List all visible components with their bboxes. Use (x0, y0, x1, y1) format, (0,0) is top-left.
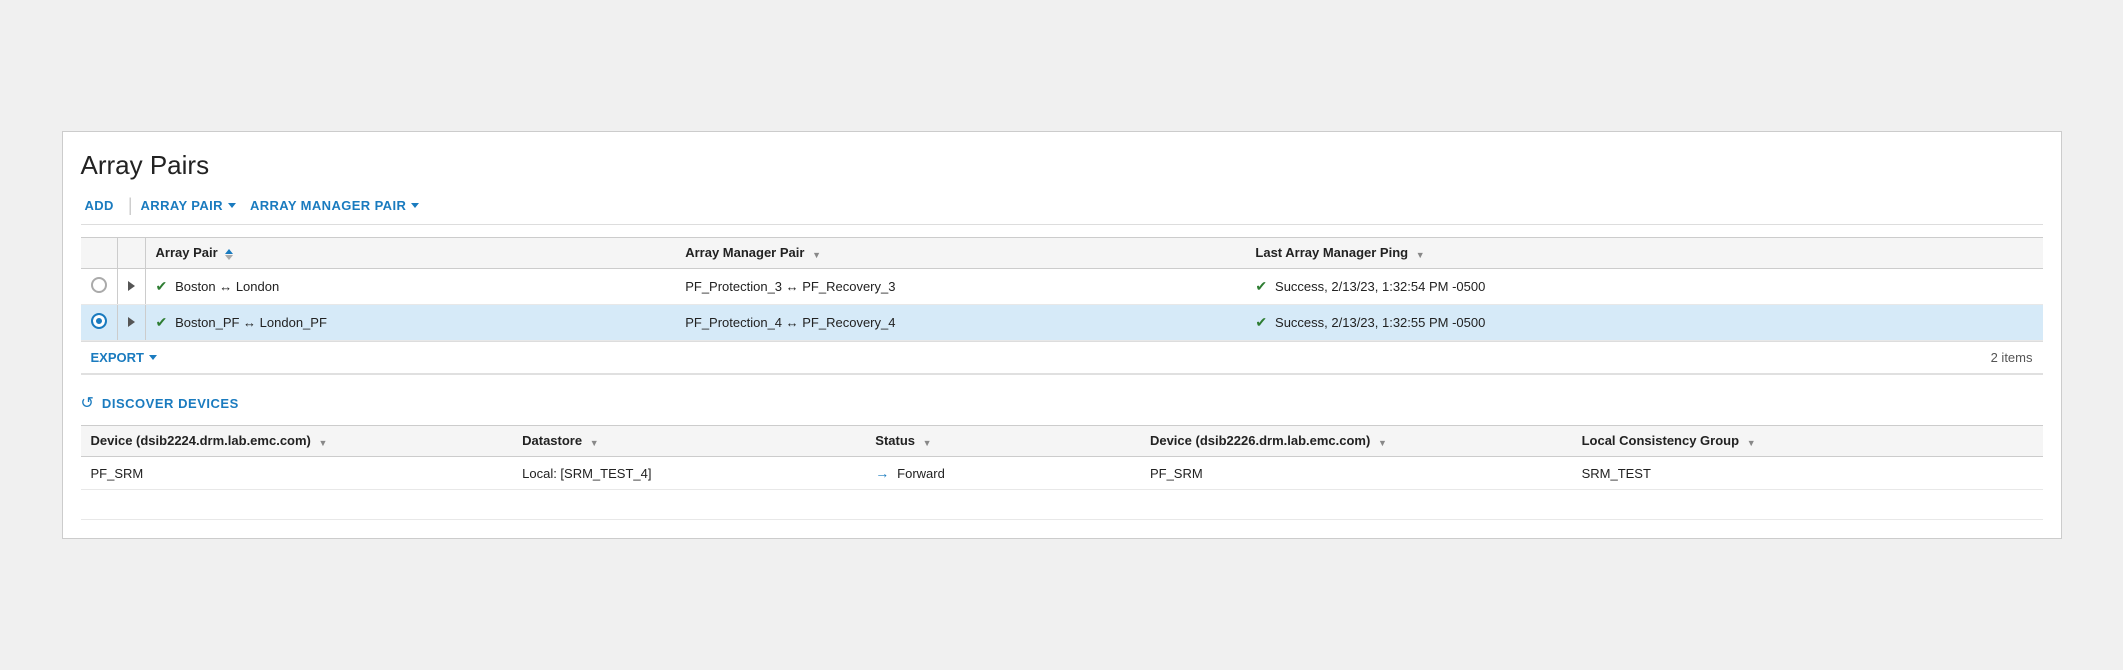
last-ping-filter-icon[interactable] (1416, 246, 1425, 261)
radio-button[interactable] (91, 277, 107, 293)
export-button[interactable]: EXPORT (91, 350, 157, 365)
array-pair-sort-icon[interactable] (225, 249, 233, 260)
th-datastore: Datastore (512, 426, 865, 457)
table-row: PF_SRMLocal: [SRM_TEST_4]→ ForwardPF_SRM… (81, 457, 2043, 490)
check-icon: ✔ (1255, 278, 1271, 294)
table-row[interactable]: ✔ Boston_PF ↔ London_PFPF_Protection_4 ↔… (81, 305, 2043, 341)
expand-cell (117, 269, 145, 305)
expand-arrow-icon[interactable] (128, 317, 135, 327)
devices-header-row: Device (dsib2224.drm.lab.emc.com) Datast… (81, 426, 2043, 457)
device1-filter-icon[interactable] (319, 434, 328, 449)
th-array-manager-pair: Array Manager Pair (675, 237, 1245, 268)
th-status: Status (865, 426, 1140, 457)
export-bar: EXPORT 2 items (81, 341, 2043, 375)
lcg-cell: SRM_TEST (1572, 457, 2043, 490)
datastore-filter-icon[interactable] (590, 434, 599, 449)
th-array-pair: Array Pair (145, 237, 675, 268)
array-manager-pair-filter-icon[interactable] (812, 246, 821, 261)
last-ping-cell: ✔ Success, 2/13/23, 1:32:55 PM -0500 (1245, 305, 2042, 341)
datastore-cell: Local: [SRM_TEST_4] (512, 457, 865, 490)
th-radio (81, 237, 118, 268)
forward-arrow-icon: → (875, 465, 893, 481)
last-ping-cell: ✔ Success, 2/13/23, 1:32:54 PM -0500 (1245, 269, 2042, 305)
array-manager-pair-button[interactable]: ARRAY MANAGER PAIR (246, 198, 429, 213)
toolbar-divider-1: | (128, 195, 133, 216)
array-manager-pair-cell: PF_Protection_4 ↔ PF_Recovery_4 (675, 305, 1245, 341)
devices-table: Device (dsib2224.drm.lab.emc.com) Datast… (81, 425, 2043, 520)
expand-arrow-icon[interactable] (128, 281, 135, 291)
array-pair-cell: ✔ Boston_PF ↔ London_PF (145, 305, 675, 341)
add-button[interactable]: ADD (81, 198, 124, 213)
status-cell: → Forward (865, 457, 1140, 490)
status-filter-icon[interactable] (923, 434, 932, 449)
items-count: 2 items (1991, 350, 2033, 365)
array-pair-chevron-icon (228, 203, 236, 208)
array-pairs-table: Array Pair Array Manager Pair Last Array… (81, 237, 2043, 341)
empty-row (81, 490, 2043, 520)
th-lcg: Local Consistency Group (1572, 426, 2043, 457)
radio-button[interactable] (91, 313, 107, 329)
page-title: Array Pairs (81, 150, 2043, 181)
lcg-filter-icon[interactable] (1747, 434, 1756, 449)
th-device1: Device (dsib2224.drm.lab.emc.com) (81, 426, 513, 457)
discover-devices-button[interactable]: DISCOVER DEVICES (102, 396, 239, 411)
device2-cell: PF_SRM (1140, 457, 1572, 490)
toolbar: ADD | ARRAY PAIR ARRAY MANAGER PAIR (81, 195, 2043, 225)
array-pair-button[interactable]: ARRAY PAIR (137, 198, 246, 213)
th-device2: Device (dsib2226.drm.lab.emc.com) (1140, 426, 1572, 457)
array-manager-pair-cell: PF_Protection_3 ↔ PF_Recovery_3 (675, 269, 1245, 305)
check-icon: ✔ (156, 314, 172, 330)
table-header-row: Array Pair Array Manager Pair Last Array… (81, 237, 2043, 268)
expand-cell (117, 305, 145, 341)
discover-icon: ↺ (81, 393, 94, 413)
radio-cell (81, 269, 118, 305)
array-pair-cell: ✔ Boston ↔ London (145, 269, 675, 305)
device2-filter-icon[interactable] (1378, 434, 1387, 449)
check-icon: ✔ (156, 278, 172, 294)
array-manager-pair-chevron-icon (411, 203, 419, 208)
discover-bar: ↺ DISCOVER DEVICES (81, 393, 2043, 413)
th-expand (117, 237, 145, 268)
export-chevron-icon (149, 355, 157, 360)
table-row[interactable]: ✔ Boston ↔ LondonPF_Protection_3 ↔ PF_Re… (81, 269, 2043, 305)
radio-cell (81, 305, 118, 341)
th-last-ping: Last Array Manager Ping (1245, 237, 2042, 268)
check-icon: ✔ (1255, 314, 1271, 330)
device1-cell: PF_SRM (81, 457, 513, 490)
